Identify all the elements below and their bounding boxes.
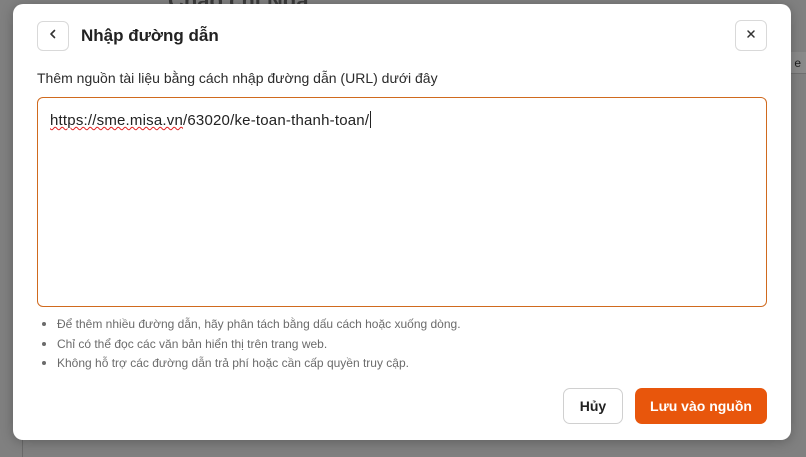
help-notes: Để thêm nhiều đường dẫn, hãy phân tách b… xyxy=(37,316,461,375)
chevron-left-icon xyxy=(47,27,59,45)
help-note: Chỉ có thể đọc các văn bản hiển thị trên… xyxy=(37,336,461,356)
cancel-button[interactable]: Hủy xyxy=(563,388,623,424)
text-caret xyxy=(370,111,372,128)
url-input-value[interactable]: https://sme.misa.vn/63020/ke-toan-thanh-… xyxy=(50,111,372,129)
url-rest-part: /63020/ke-toan-thanh-toan/ xyxy=(183,112,370,129)
help-note: Để thêm nhiều đường dẫn, hãy phân tách b… xyxy=(37,316,461,336)
dialog-title: Nhập đường dẫn xyxy=(81,26,219,45)
instruction-text: Thêm nguồn tài liệu bằng cách nhập đường… xyxy=(37,70,438,86)
close-icon xyxy=(745,27,757,45)
back-button[interactable] xyxy=(37,21,69,51)
enter-link-dialog: Nhập đường dẫn Thêm nguồn tài liệu bằng … xyxy=(13,4,791,440)
background-divider xyxy=(22,440,23,457)
save-to-source-button[interactable]: Lưu vào nguồn xyxy=(635,388,767,424)
close-button[interactable] xyxy=(735,20,767,51)
url-spellchecked-part: https://sme.misa.vn xyxy=(50,112,184,129)
help-note: Không hỗ trợ các đường dẫn trả phí hoặc … xyxy=(37,355,461,375)
